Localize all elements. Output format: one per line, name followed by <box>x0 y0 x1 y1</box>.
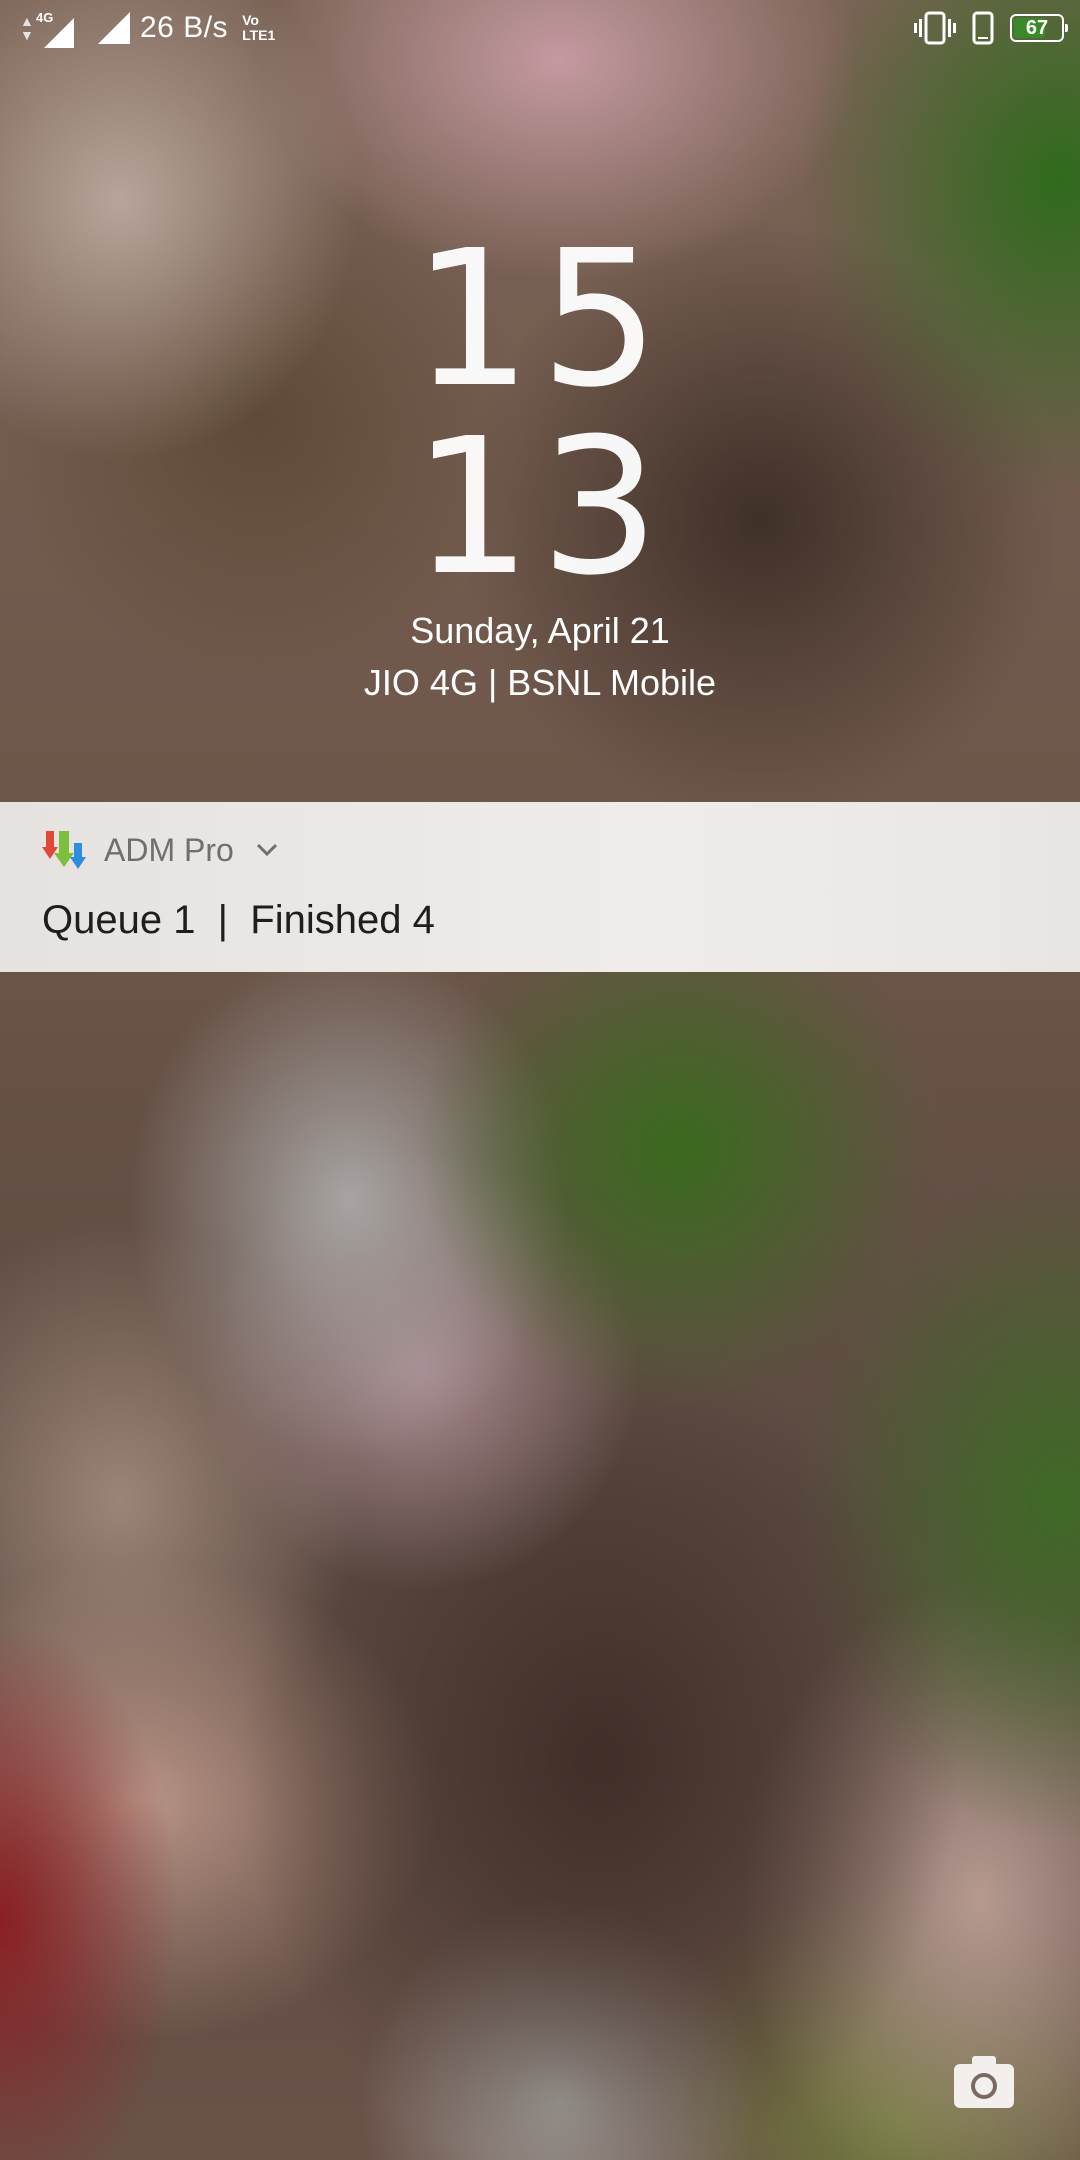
status-bar-left: ▲ ▼ 4G 26 B/s Vo LTE1 <box>20 6 275 50</box>
lockscreen-date: Sunday, April 21 <box>410 610 670 651</box>
battery-level: 67 <box>1025 16 1049 39</box>
clock-minute: 13 <box>412 398 668 617</box>
clock-hour: 15 <box>412 210 668 429</box>
chevron-down-icon[interactable] <box>256 843 278 857</box>
data-activity-icon: ▲ ▼ <box>20 13 34 43</box>
notification-header: ADM Pro <box>42 826 278 874</box>
status-bar-right: 67 <box>914 6 1068 50</box>
network-speed: 26 B/s <box>140 11 229 44</box>
battery-icon: 67 <box>1010 14 1068 42</box>
camera-shortcut-button[interactable] <box>952 2052 1016 2110</box>
adm-notification[interactable]: ADM Pro Queue 1 | Finished 4 <box>0 802 1080 972</box>
lockscreen-clock: 15 13 <box>0 226 1080 602</box>
phone-icon <box>972 11 994 45</box>
notification-message: Queue 1 | Finished 4 <box>42 898 435 942</box>
status-bar: ▲ ▼ 4G 26 B/s Vo LTE1 67 <box>0 0 1080 54</box>
volte-label-top: Vo <box>242 12 259 28</box>
signal-1-icon <box>44 18 74 48</box>
volte-label-bottom: LTE1 <box>242 27 276 43</box>
signal-2-icon <box>98 12 130 44</box>
mobile-data-indicator: ▲ ▼ 4G <box>20 10 76 48</box>
camera-icon <box>954 2056 1014 2108</box>
volte-indicator: Vo LTE1 <box>242 13 275 43</box>
carrier-label: JIO 4G | BSNL Mobile <box>363 662 717 703</box>
notification-app-name: ADM Pro <box>104 831 234 868</box>
vibrate-icon <box>914 11 956 45</box>
adm-download-arrows-icon <box>42 831 86 869</box>
